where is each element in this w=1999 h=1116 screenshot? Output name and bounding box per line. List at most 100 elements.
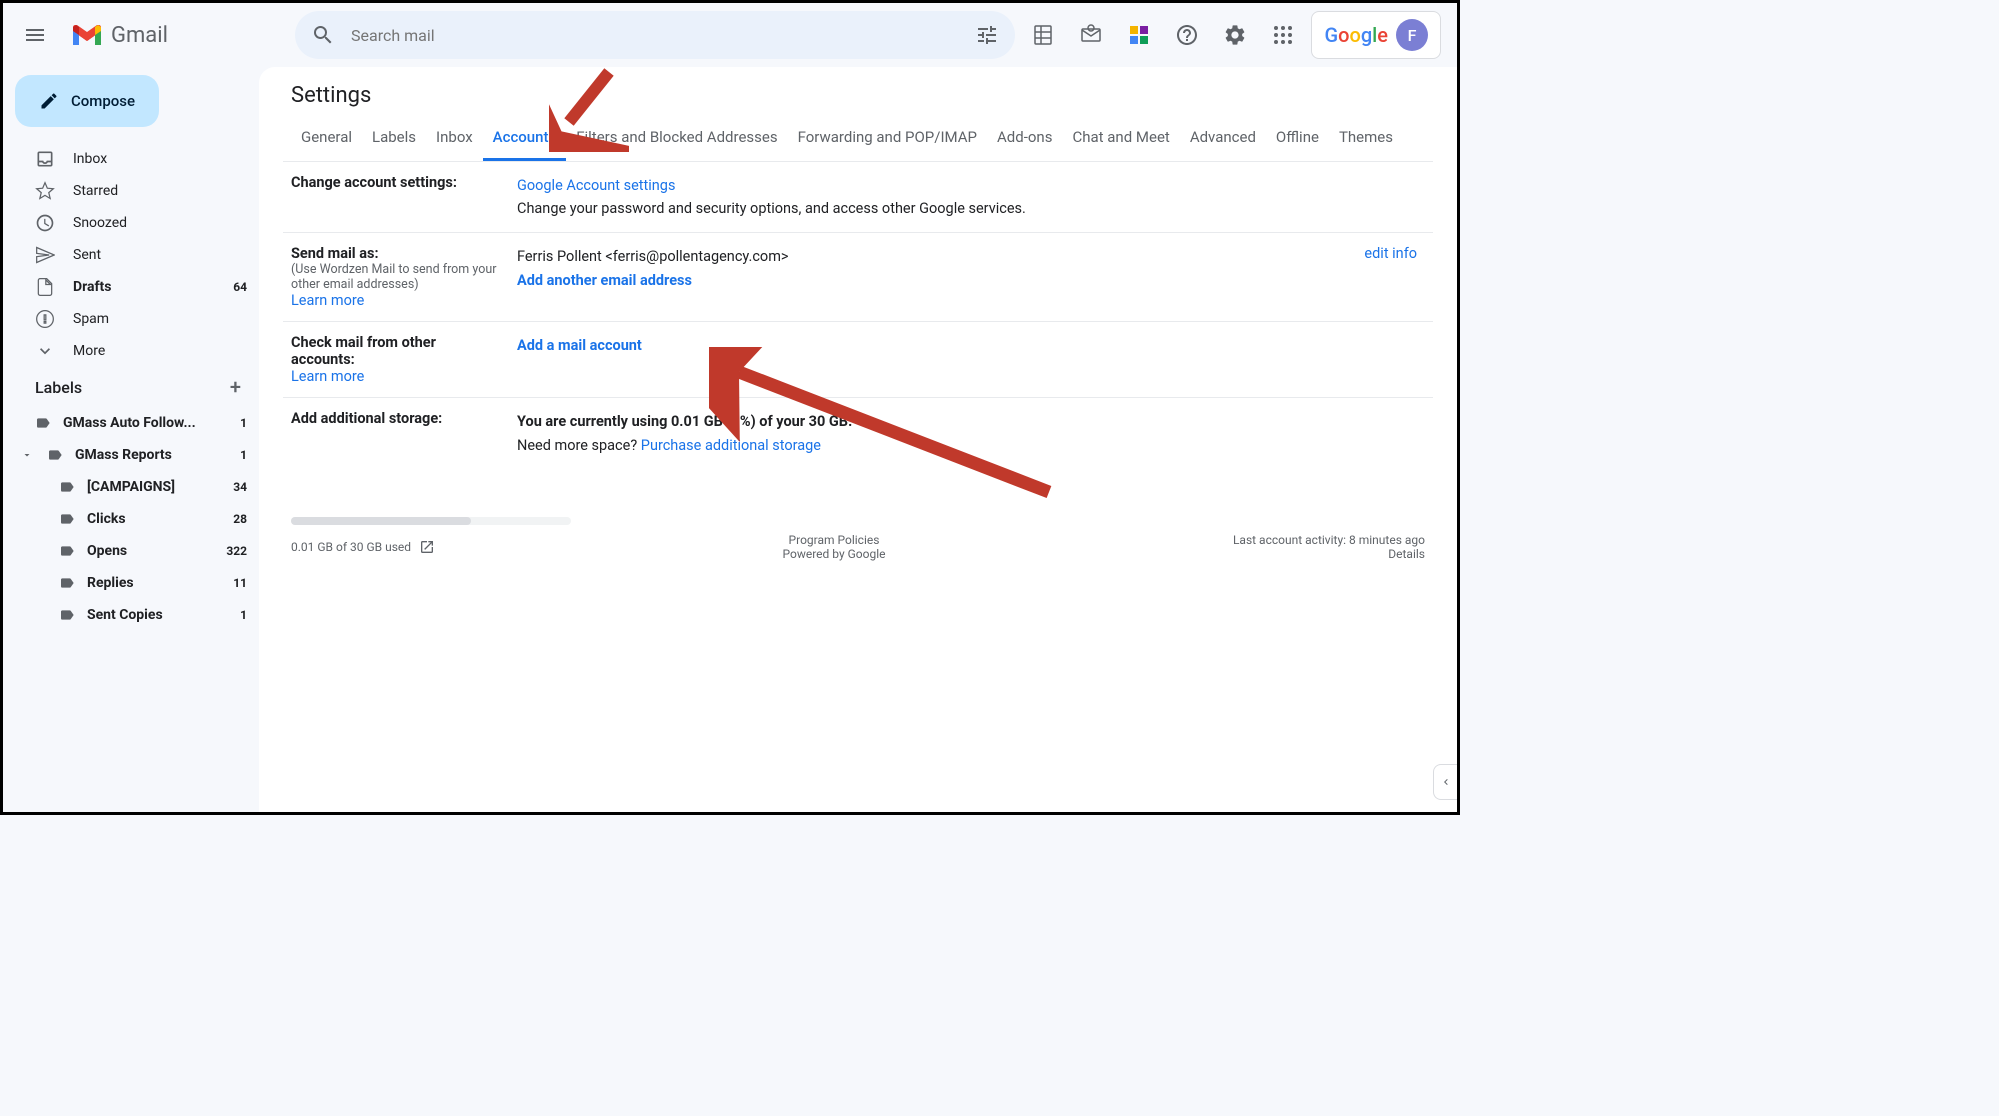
pencil-icon xyxy=(39,91,59,111)
settings-gear-button[interactable] xyxy=(1215,15,1255,55)
label-icon xyxy=(59,511,75,527)
nav-label: Sent xyxy=(73,247,101,263)
search-input[interactable] xyxy=(351,26,959,45)
last-activity: Last account activity: 8 minutes ago xyxy=(1233,533,1425,547)
label-item[interactable]: GMass Reports1 xyxy=(11,439,259,471)
label-item[interactable]: Opens 322 xyxy=(11,535,259,567)
tab-inbox[interactable]: Inbox xyxy=(426,116,483,161)
addon-gmass-button[interactable] xyxy=(1071,15,1111,55)
details-link[interactable]: Details xyxy=(1388,547,1425,561)
sent-icon xyxy=(35,245,55,265)
addon-sheets-button[interactable] xyxy=(1023,15,1063,55)
tab-add-ons[interactable]: Add-ons xyxy=(987,116,1062,161)
section-change-account: Change account settings: Google Account … xyxy=(283,162,1433,233)
labels-header: Labels + xyxy=(11,367,259,407)
label-count: 1 xyxy=(240,448,247,462)
nav-label: Snoozed xyxy=(73,215,127,231)
nav-count: 64 xyxy=(233,280,247,294)
label-icon xyxy=(59,479,75,495)
expand-caret[interactable] xyxy=(19,449,35,461)
search-button[interactable] xyxy=(303,15,343,55)
label-item[interactable]: [CAMPAIGNS]34 xyxy=(11,471,259,503)
logo-area[interactable]: Gmail xyxy=(67,23,287,48)
tab-advanced[interactable]: Advanced xyxy=(1180,116,1266,161)
nav-spam[interactable]: Spam xyxy=(11,303,259,335)
nav-snoozed[interactable]: Snoozed xyxy=(11,207,259,239)
inbox-icon xyxy=(35,149,55,169)
label-count: 322 xyxy=(226,544,247,558)
main-menu-button[interactable] xyxy=(11,11,59,59)
google-account-box[interactable]: Google F xyxy=(1311,11,1441,59)
tab-labels[interactable]: Labels xyxy=(362,116,426,161)
label-item[interactable]: Sent Copies1 xyxy=(11,599,259,631)
open-in-new-icon[interactable] xyxy=(419,539,435,555)
header-icons: Google F xyxy=(1023,11,1449,59)
addon-extension-button[interactable] xyxy=(1119,15,1159,55)
tab-themes[interactable]: Themes xyxy=(1329,116,1403,161)
storage-title: Add additional storage: xyxy=(291,410,501,427)
label-count: 34 xyxy=(233,480,247,494)
nav-sent[interactable]: Sent xyxy=(11,239,259,271)
nav-drafts[interactable]: Drafts 64 xyxy=(11,271,259,303)
caret-down-icon xyxy=(21,449,33,461)
tab-offline[interactable]: Offline xyxy=(1266,116,1329,161)
storage-need: Need more space? xyxy=(517,437,641,454)
footer: 0.01 GB of 30 GB used Program Policies P… xyxy=(283,509,1433,569)
send-as-learn-more-link[interactable]: Learn more xyxy=(291,292,364,309)
page-title: Settings xyxy=(283,83,1433,108)
support-button[interactable] xyxy=(1167,15,1207,55)
envelope-badge-icon xyxy=(1079,23,1103,47)
label-icon xyxy=(59,543,75,559)
side-panel-toggle[interactable] xyxy=(1433,764,1457,800)
chevron-left-icon xyxy=(1440,776,1452,788)
add-label-button[interactable]: + xyxy=(230,375,241,399)
search-icon xyxy=(311,23,335,47)
nav-more[interactable]: More xyxy=(11,335,259,367)
avatar-initial: F xyxy=(1408,26,1417,45)
help-icon xyxy=(1175,23,1199,47)
nav-label: Inbox xyxy=(73,151,107,167)
send-as-identity: Ferris Pollent <ferris@pollentagency.com… xyxy=(517,245,1348,268)
avatar[interactable]: F xyxy=(1396,19,1428,51)
tab-general[interactable]: General xyxy=(291,116,362,161)
section-send-mail-as: Send mail as: (Use Wordzen Mail to send … xyxy=(283,233,1433,322)
compose-button[interactable]: Compose xyxy=(15,75,159,127)
sheets-icon xyxy=(1031,23,1055,47)
horizontal-scrollbar[interactable] xyxy=(291,517,571,525)
tab-filters-and-blocked-addresses[interactable]: Filters and Blocked Addresses xyxy=(566,116,787,161)
dashboard-color-icon xyxy=(1127,23,1151,47)
google-account-settings-link[interactable]: Google Account settings xyxy=(517,177,675,194)
add-another-email-link[interactable]: Add another email address xyxy=(517,272,692,289)
label-item[interactable]: GMass Auto Follow...1 xyxy=(11,407,259,439)
edit-info-link[interactable]: edit info xyxy=(1364,245,1417,262)
tab-forwarding-and-pop-imap[interactable]: Forwarding and POP/IMAP xyxy=(788,116,987,161)
label-text: Opens xyxy=(87,543,127,559)
change-account-desc: Change your password and security option… xyxy=(517,200,1026,217)
apps-button[interactable] xyxy=(1263,15,1303,55)
tab-chat-and-meet[interactable]: Chat and Meet xyxy=(1062,116,1179,161)
footer-storage: 0.01 GB of 30 GB used xyxy=(291,540,411,554)
gmail-text: Gmail xyxy=(111,23,168,48)
check-mail-learn-more-link[interactable]: Learn more xyxy=(291,368,364,385)
spam-icon xyxy=(35,309,55,329)
search-bar[interactable] xyxy=(295,11,1015,59)
label-item[interactable]: Replies11 xyxy=(11,567,259,599)
nav-label: Starred xyxy=(73,183,118,199)
label-item[interactable]: Clicks28 xyxy=(11,503,259,535)
tab-accounts[interactable]: Accounts xyxy=(483,116,567,161)
send-as-sub: (Use Wordzen Mail to send from your othe… xyxy=(291,262,501,292)
program-policies-link[interactable]: Program Policies xyxy=(789,533,880,547)
nav-label: Drafts xyxy=(73,279,111,295)
hamburger-icon xyxy=(23,23,47,47)
nav-starred[interactable]: Starred xyxy=(11,175,259,207)
labels-title: Labels xyxy=(35,378,82,397)
send-as-title: Send mail as: xyxy=(291,245,501,262)
search-options-button[interactable] xyxy=(967,15,1007,55)
label-icon xyxy=(35,415,51,431)
nav-inbox[interactable]: Inbox xyxy=(11,143,259,175)
check-mail-title: Check mail from other accounts: xyxy=(291,334,501,368)
add-mail-account-link[interactable]: Add a mail account xyxy=(517,337,642,354)
purchase-storage-link[interactable]: Purchase additional storage xyxy=(641,437,821,454)
label-text: Sent Copies xyxy=(87,607,163,623)
starred-icon xyxy=(35,181,55,201)
